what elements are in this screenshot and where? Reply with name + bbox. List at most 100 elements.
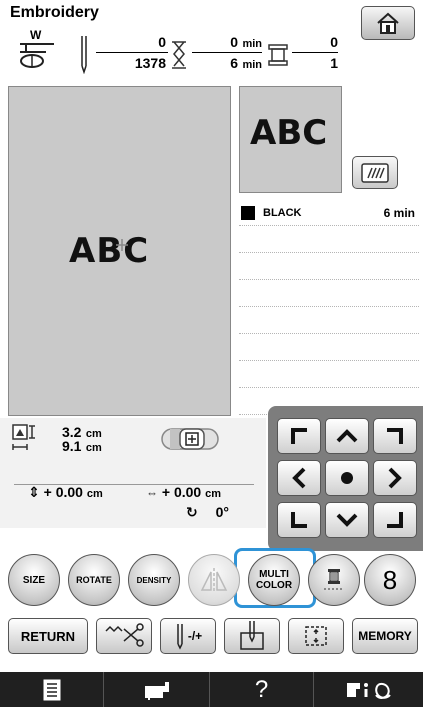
time-divider — [192, 52, 262, 53]
pattern-width-unit: cm — [85, 442, 102, 454]
thread-color-name: BLACK — [263, 207, 302, 219]
color-list-empty-row — [239, 227, 419, 253]
thread-color-swatch — [241, 206, 255, 220]
embroidery-preview-area: ABC — [8, 86, 231, 416]
needle-start-point-icon — [240, 621, 264, 650]
sewing-machine-help-button[interactable] — [104, 672, 210, 707]
color-list-empty-row — [239, 308, 419, 334]
horizontal-position-value: + 0.00 — [161, 484, 202, 500]
sewing-machine-icon — [144, 681, 169, 700]
document-list-icon — [43, 679, 60, 700]
chevron-left-icon — [292, 467, 306, 489]
color-list-empty-row — [239, 254, 419, 280]
presser-foot-icon — [20, 43, 54, 68]
chevron-down-icon — [336, 513, 358, 527]
needle-adjust-label: -/+ — [187, 629, 203, 643]
time-current-row: 0 min — [192, 34, 262, 52]
rotation-angle-value: 0° — [215, 504, 230, 520]
time-current: 0 — [230, 34, 238, 50]
return-button[interactable]: RETURN — [8, 618, 88, 654]
width-size-row: 9.1 cm — [62, 438, 102, 456]
thread-spool-icon — [268, 44, 288, 66]
horizontal-position-row: ⇔ + 0.00 cm — [146, 484, 221, 500]
move-pattern-toggle-icon[interactable] — [160, 426, 222, 452]
arrow-up-button[interactable] — [325, 418, 369, 454]
arrow-key-pad — [268, 406, 423, 551]
thread-color-list: BLACK 6 min — [239, 200, 419, 416]
density-button[interactable]: DENSITY — [128, 554, 180, 606]
thread-view-button[interactable] — [352, 156, 398, 189]
vertical-position-value: + 0.00 — [43, 484, 83, 500]
stitch-total: 1378 — [134, 55, 166, 71]
stitch-count-icon — [81, 36, 87, 74]
frame-trial-icon — [305, 626, 327, 646]
trial-frame-button[interactable] — [288, 618, 344, 654]
rotation-icon: ↻ — [186, 504, 198, 520]
pattern-width-value: 9.1 — [62, 438, 82, 454]
color-list-empty-row — [239, 281, 419, 307]
wifi-connection-button[interactable] — [314, 672, 423, 707]
pattern-size-icon — [12, 424, 35, 450]
screen-title: Embroidery — [10, 4, 99, 21]
stitch-divider — [96, 52, 168, 53]
arrow-right-button[interactable] — [373, 460, 417, 496]
color-list-empty-row — [239, 335, 419, 361]
arrow-up-right-button[interactable] — [373, 418, 417, 454]
color-list-empty-row — [239, 362, 419, 388]
arrow-down-button[interactable] — [325, 502, 369, 538]
time-total-row: 6 min — [192, 55, 262, 73]
starting-point-button[interactable] — [224, 618, 280, 654]
thumbnail-pattern-text: ABC — [250, 113, 328, 153]
horizontal-position-unit: cm — [205, 488, 222, 500]
time-current-unit: min — [242, 38, 262, 50]
thread-color-button[interactable] — [308, 554, 360, 606]
arrow-left-button[interactable] — [277, 460, 321, 496]
color-total: 1 — [330, 55, 338, 71]
hourglass-icon — [172, 41, 186, 69]
machine-connect-icon — [346, 682, 391, 699]
settings-page-button[interactable] — [0, 672, 104, 707]
corner-up-right-icon — [387, 428, 403, 444]
bottom-operation-bar: ? — [0, 672, 423, 707]
scissors-cut-icon — [105, 623, 144, 647]
chevron-right-icon — [388, 467, 402, 489]
multi-color-button[interactable]: MULTI COLOR — [248, 554, 300, 606]
chevron-up-icon — [336, 429, 358, 443]
border-repeat-button[interactable]: 8 — [364, 554, 416, 606]
needle-count-adjust-button[interactable]: -/+ — [160, 618, 216, 654]
rotate-button[interactable]: ROTATE — [68, 554, 120, 606]
home-button[interactable] — [361, 6, 415, 40]
memory-button[interactable]: MEMORY — [352, 618, 418, 654]
center-dot-icon — [341, 472, 353, 484]
horizontal-move-icon: ⇔ — [146, 486, 158, 500]
multi-color-label-line2: COLOR — [255, 580, 293, 591]
corner-down-right-icon — [387, 512, 403, 528]
thread-spool-view-icon — [361, 162, 389, 183]
arrow-up-left-button[interactable] — [277, 418, 321, 454]
presser-foot-indicator: W — [16, 28, 58, 72]
mirror-button-disabled[interactable] — [188, 554, 240, 606]
needle-icon — [177, 624, 183, 650]
time-total-unit: min — [242, 59, 262, 71]
pattern-thumbnail: ABC — [239, 86, 342, 193]
corner-up-left-icon — [291, 428, 307, 444]
stitch-current: 0 — [158, 34, 166, 50]
arrow-down-right-button[interactable] — [373, 502, 417, 538]
cut-button[interactable] — [96, 618, 152, 654]
rotation-angle-row: ↻ 0° — [186, 504, 229, 521]
thread-color-time: 6 min — [383, 206, 415, 220]
mirror-icon — [200, 568, 228, 592]
corner-down-left-icon — [291, 512, 307, 528]
color-current: 0 — [330, 34, 338, 50]
time-total: 6 — [230, 55, 238, 71]
vertical-move-icon: ⇕ — [28, 484, 40, 500]
arrow-down-left-button[interactable] — [277, 502, 321, 538]
center-button[interactable] — [325, 460, 369, 496]
vertical-position-row: ⇕ + 0.00 cm — [28, 484, 103, 501]
size-button[interactable]: SIZE — [8, 554, 60, 606]
color-list-item[interactable]: BLACK 6 min — [239, 200, 419, 226]
help-button[interactable]: ? — [210, 672, 314, 707]
thread-color-icon — [324, 569, 344, 590]
home-icon — [377, 12, 399, 34]
color-divider — [292, 52, 338, 53]
